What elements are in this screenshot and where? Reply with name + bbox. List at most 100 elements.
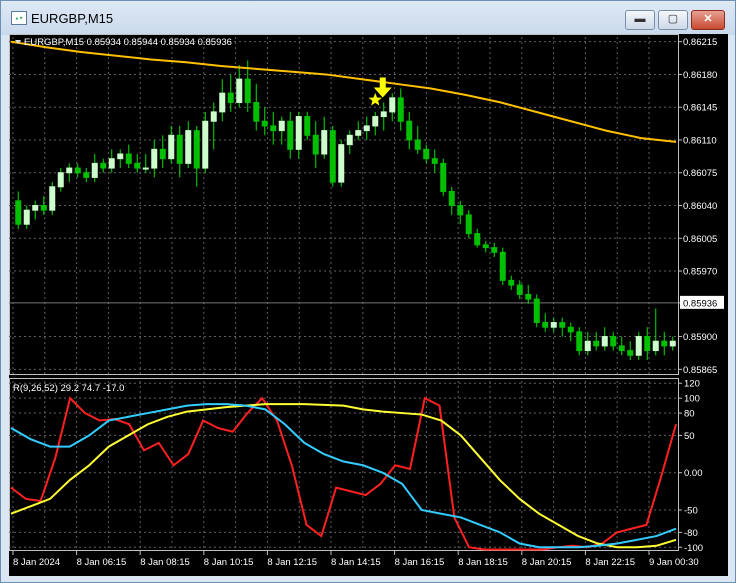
time-tick-label: 8 Jan 12:15 xyxy=(267,557,317,568)
osc-tick-label: 0.00 xyxy=(684,468,703,479)
bull-candle xyxy=(363,125,370,132)
time-tick-label: 8 Jan 2024 xyxy=(13,557,60,568)
minimize-button[interactable]: ▬ xyxy=(625,10,655,30)
bull-candle xyxy=(355,130,362,136)
bull-candle xyxy=(346,134,353,146)
bull-candle xyxy=(185,130,192,164)
osc-tick-label: 120 xyxy=(684,379,700,390)
price-tick-label: 0.86145 xyxy=(683,103,717,114)
bear-candle xyxy=(193,130,200,169)
bear-candle xyxy=(448,190,455,206)
symbol-info: EURGBP,M15 0.85934 0.85944 0.85934 0.859… xyxy=(24,37,232,48)
bear-candle xyxy=(414,139,421,150)
bear-candle xyxy=(83,172,90,178)
bear-candle xyxy=(474,233,481,246)
price-tick-label: 0.85865 xyxy=(683,365,717,376)
time-tick-label: 8 Jan 10:15 xyxy=(204,557,254,568)
bull-candle xyxy=(321,130,328,155)
bear-candle xyxy=(329,130,336,183)
price-tick-label: 0.86075 xyxy=(683,168,717,179)
chart-window-icon: ▴▾ xyxy=(11,11,27,25)
bear-candle xyxy=(661,340,668,347)
time-tick-label: 8 Jan 20:15 xyxy=(522,557,572,568)
bull-candle xyxy=(151,148,158,169)
close-button[interactable]: ✕ xyxy=(691,10,725,30)
bear-candle xyxy=(542,322,549,328)
bear-candle xyxy=(304,116,311,136)
bear-candle xyxy=(567,326,574,333)
bear-candle xyxy=(253,102,260,122)
bull-candle xyxy=(142,167,149,170)
bull-candle xyxy=(168,134,175,160)
time-tick-label: 8 Jan 18:15 xyxy=(458,557,508,568)
bear-candle xyxy=(176,134,183,164)
bull-candle xyxy=(380,111,387,118)
bull-candle xyxy=(372,116,379,127)
maximize-button[interactable]: ▢ xyxy=(658,10,688,30)
bear-candle xyxy=(525,293,532,300)
bull-candle xyxy=(236,78,243,104)
bull-candle xyxy=(278,120,285,132)
bear-candle xyxy=(516,284,523,295)
bull-candle xyxy=(210,111,217,122)
time-tick-label: 8 Jan 08:15 xyxy=(140,557,190,568)
bull-candle xyxy=(601,336,608,347)
bear-candle xyxy=(482,244,489,249)
bear-candle xyxy=(499,251,506,281)
time-tick-label: 8 Jan 22:15 xyxy=(585,557,635,568)
price-tick-label: 0.85970 xyxy=(683,267,717,278)
bear-candle xyxy=(100,162,107,169)
bear-candle xyxy=(227,92,234,104)
osc-tick-label: 50 xyxy=(684,431,695,442)
time-tick-label: 8 Jan 14:15 xyxy=(331,557,381,568)
chart-area[interactable]: 0.86215 0.86180 0.86145 0.86110 0.86075 0.860… xyxy=(9,34,728,576)
window-title: EURGBP,M15 xyxy=(31,11,114,26)
osc-tick-label: 80 xyxy=(684,409,695,420)
bear-candle xyxy=(593,340,600,347)
bear-candle xyxy=(287,120,294,150)
bear-candle xyxy=(15,200,22,225)
bear-candle xyxy=(397,97,404,122)
bear-candle xyxy=(125,153,132,164)
osc-tick-label: -80 xyxy=(684,528,698,539)
bull-candle xyxy=(652,340,659,352)
bull-candle xyxy=(49,186,56,211)
price-tick-label: 0.86215 xyxy=(683,37,717,48)
bull-candle xyxy=(23,209,30,225)
bull-candle xyxy=(57,172,64,188)
bull-candle xyxy=(219,92,226,113)
price-tick-label: 0.86180 xyxy=(683,70,717,81)
chart-canvas[interactable]: 0.86215 0.86180 0.86145 0.86110 0.86075 0.860… xyxy=(9,34,728,576)
osc-tick-label: 100 xyxy=(684,394,700,405)
bear-candle xyxy=(159,148,166,160)
title-bar[interactable]: ▴▾ EURGBP,M15 ▬ ▢ ✕ xyxy=(1,1,735,35)
bear-candle xyxy=(74,167,81,174)
bull-candle xyxy=(669,340,676,347)
bear-candle xyxy=(270,125,277,132)
bull-candle xyxy=(295,116,302,150)
bull-candle xyxy=(32,205,39,211)
bull-candle xyxy=(389,97,396,113)
bull-candle xyxy=(635,336,642,356)
price-tick-label: 0.86005 xyxy=(683,234,717,245)
bear-candle xyxy=(440,162,447,192)
bear-candle xyxy=(559,322,566,328)
indicator-label: R(9,26,52) 29.2 74.7 -17.0 xyxy=(13,383,124,394)
chart-window: ▴▾ EURGBP,M15 ▬ ▢ ✕ 0.86215 0.86180 0.8614… xyxy=(0,0,736,583)
current-price-label: 0.85936 xyxy=(683,298,717,309)
bear-candle xyxy=(406,120,413,141)
bull-candle xyxy=(91,162,98,178)
bear-candle xyxy=(261,120,268,127)
bear-candle xyxy=(465,214,472,235)
bull-candle xyxy=(338,144,345,183)
price-tick-label: 0.86040 xyxy=(683,201,717,212)
bear-candle xyxy=(644,336,651,352)
time-tick-label: 8 Jan 16:15 xyxy=(395,557,445,568)
price-tick-label: 0.86110 xyxy=(683,135,717,146)
osc-tick-label: -100 xyxy=(684,543,703,554)
bear-candle xyxy=(576,331,583,352)
bear-candle xyxy=(508,279,515,286)
time-tick-label: 8 Jan 06:15 xyxy=(77,557,127,568)
bear-candle xyxy=(431,158,438,164)
bear-candle xyxy=(491,247,498,253)
